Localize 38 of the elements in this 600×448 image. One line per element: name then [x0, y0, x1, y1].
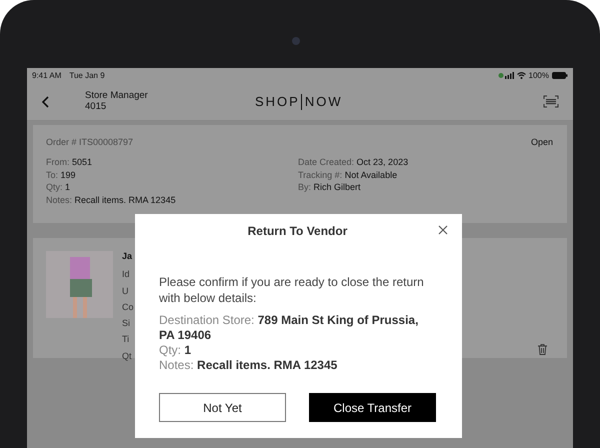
- detail-line: Notes: Recall items. RMA 12345: [159, 358, 338, 374]
- wifi-icon: [516, 72, 526, 79]
- close-transfer-button[interactable]: Close Transfer: [309, 393, 436, 422]
- product-field-label: Id: [122, 269, 131, 280]
- product-field-label: Qt: [122, 350, 133, 361]
- order-status: Open: [530, 137, 553, 147]
- logo: SHOP NOW: [255, 94, 343, 110]
- order-field: Qty: 1: [46, 182, 298, 192]
- battery-percent: 100%: [528, 71, 549, 80]
- order-field: Tracking #: Not Available: [298, 170, 550, 180]
- dialog-title: Return To Vendor: [248, 224, 348, 238]
- product-field-label: U: [122, 286, 130, 296]
- status-time: 9:41 AM: [32, 71, 62, 80]
- order-field: By: Rich Gilbert: [298, 182, 550, 192]
- order-field: To: 199: [46, 170, 298, 180]
- status-date: Tue Jan 9: [69, 71, 105, 80]
- detail-line: Qty: 1: [159, 343, 192, 358]
- scan-icon[interactable]: [543, 95, 559, 108]
- close-icon[interactable]: [438, 225, 448, 235]
- order-field: Date Created: Oct 23, 2023: [298, 157, 550, 167]
- header-title: Store Manager: [85, 90, 149, 102]
- detail-line: Destination Store: 789 Main St King of Prussia, PA 19406: [159, 313, 420, 344]
- product-field-label: Ti: [122, 334, 130, 344]
- not-yet-button[interactable]: Not Yet: [159, 393, 286, 422]
- store-number: 4015: [85, 102, 108, 112]
- photo-placeholder: [46, 251, 113, 318]
- order-field: From: 5051: [46, 157, 298, 167]
- back-icon[interactable]: [41, 96, 49, 108]
- signal-icon: [498, 72, 514, 79]
- order-number: Order # ITS00008797: [46, 137, 134, 147]
- battery-icon: [552, 72, 568, 79]
- trash-icon[interactable]: [538, 344, 547, 355]
- product-field-label: Si: [122, 318, 132, 328]
- camera-dot: [292, 37, 300, 45]
- product-title: Ja: [122, 251, 134, 261]
- product-field-label: Co: [122, 302, 134, 312]
- dialog-message: Please confirm if you are ready to close the return with below details:: [159, 275, 425, 306]
- order-field: Notes: Recall items. RMA 12345: [46, 194, 298, 204]
